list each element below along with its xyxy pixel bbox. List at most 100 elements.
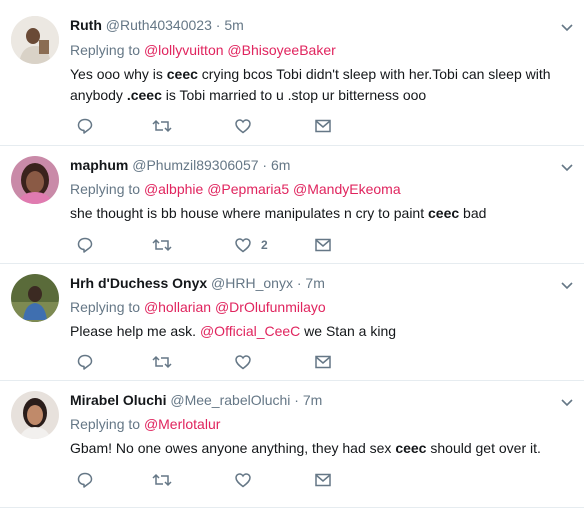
chevron-down-icon[interactable] (560, 20, 574, 34)
separator-dot: · (215, 17, 221, 33)
display-name[interactable]: Hrh d'Duchess Onyx (70, 275, 207, 291)
display-name[interactable]: maphum (70, 157, 128, 173)
envelope-icon (315, 119, 331, 133)
avatar[interactable] (11, 16, 59, 64)
avatar[interactable] (11, 156, 59, 204)
like-button[interactable] (234, 470, 261, 490)
reply-icon (77, 237, 93, 253)
highlighted-term: ceec (428, 205, 460, 221)
heart-icon (235, 119, 251, 134)
tweet[interactable]: Mirabel Oluchi @Mee_rabelOluchi · 7m Rep… (0, 381, 584, 508)
display-name[interactable]: Ruth (70, 17, 102, 33)
mention-link[interactable]: @lollyvuitton (144, 42, 224, 58)
mention-link[interactable]: @Merlotalur (144, 416, 220, 432)
reply-icon (77, 472, 93, 488)
tweet[interactable]: maphum @Phumzil89306057 · 6m Replying to… (0, 146, 584, 264)
text-segment: Yes ooo why is (70, 66, 167, 82)
tweet-actions (70, 470, 370, 490)
display-name[interactable]: Mirabel Oluchi (70, 392, 166, 408)
direct-message-button[interactable] (314, 470, 332, 490)
avatar-image (11, 274, 59, 322)
replying-to: Replying to @albphie @Pepmaria5 @MandyEk… (70, 180, 401, 198)
retweet-button[interactable] (152, 352, 172, 372)
retweet-icon (152, 355, 172, 369)
text-segment: is Tobi married to u .stop ur bitterness… (161, 87, 427, 103)
direct-message-button[interactable] (314, 116, 332, 136)
reply-button[interactable] (76, 352, 94, 372)
timestamp[interactable]: 7m (305, 275, 324, 291)
text-segment: we Stan a king (300, 323, 397, 339)
envelope-icon (315, 473, 331, 487)
heart-icon (235, 473, 251, 488)
like-count: 2 (261, 238, 268, 252)
mention-link[interactable]: @MandyEkeoma (293, 181, 401, 197)
tweet[interactable]: Ruth @Ruth40340023 · 5m Replying to @lol… (0, 0, 584, 146)
tweet-text: Please help me ask. @Official_CeeC we St… (70, 321, 570, 342)
tweet-text: Gbam! No one owes anyone anything, they … (70, 438, 570, 459)
envelope-icon (315, 238, 331, 252)
mention-link[interactable]: @DrOlufunmilayo (215, 299, 326, 315)
highlighted-term: ceec (395, 440, 427, 456)
text-segment: Please help me ask. (70, 323, 200, 339)
text-segment: bad (459, 205, 487, 221)
tweet-header: maphum @Phumzil89306057 · 6m (70, 156, 290, 174)
avatar-image (11, 16, 59, 64)
mention-link[interactable]: @BhisoyeeBaker (227, 42, 335, 58)
reply-button[interactable] (76, 235, 94, 255)
replying-to-label: Replying to (70, 299, 141, 315)
replying-to-label: Replying to (70, 42, 141, 58)
separator-dot: · (294, 392, 299, 408)
reply-icon (77, 354, 93, 370)
tweet-actions (70, 116, 370, 136)
direct-message-button[interactable] (314, 352, 332, 372)
chevron-down-icon[interactable] (560, 160, 574, 174)
tweet-header: Ruth @Ruth40340023 · 5m (70, 16, 244, 34)
avatar-image (11, 391, 59, 439)
tweet-actions (70, 352, 370, 372)
mention-link[interactable]: @Official_CeeC (200, 323, 300, 339)
text-segment: should get over it. (426, 440, 541, 456)
timestamp[interactable]: 7m (303, 392, 322, 408)
replying-to: Replying to @hollarian @DrOlufunmilayo (70, 298, 326, 316)
user-handle[interactable]: @HRH_onyx (211, 275, 293, 291)
user-handle[interactable]: @Phumzil89306057 (132, 157, 258, 173)
tweet-text: Yes ooo why is ceec crying bcos Tobi did… (70, 64, 570, 106)
text-segment: she thought is bb house where manipulate… (70, 205, 428, 221)
separator-dot: · (296, 275, 302, 291)
timestamp[interactable]: 5m (224, 17, 243, 33)
like-button[interactable] (234, 352, 261, 372)
reply-button[interactable] (76, 116, 94, 136)
highlighted-term: .ceec (126, 87, 162, 103)
retweet-button[interactable] (152, 235, 172, 255)
replying-to: Replying to @lollyvuitton @BhisoyeeBaker (70, 41, 336, 59)
chevron-down-icon[interactable] (560, 278, 574, 292)
mention-link[interactable]: @albphie (144, 181, 203, 197)
tweet[interactable]: Hrh d'Duchess Onyx @HRH_onyx · 7m Replyi… (0, 264, 584, 381)
avatar[interactable] (11, 391, 59, 439)
avatar[interactable] (11, 274, 59, 322)
envelope-icon (315, 355, 331, 369)
retweet-icon (152, 473, 172, 487)
tweet-header: Mirabel Oluchi @Mee_rabelOluchi · 7m (70, 391, 322, 409)
retweet-button[interactable] (152, 116, 172, 136)
tweet-feed: Ruth @Ruth40340023 · 5m Replying to @lol… (0, 0, 584, 508)
direct-message-button[interactable] (314, 235, 332, 255)
like-button[interactable] (234, 116, 261, 136)
text-segment: Gbam! No one owes anyone anything, they … (70, 440, 396, 456)
retweet-button[interactable] (152, 470, 172, 490)
heart-icon (235, 238, 251, 253)
highlighted-term: ceec (166, 66, 198, 82)
retweet-icon (152, 119, 172, 133)
avatar-image (11, 156, 59, 204)
user-handle[interactable]: @Ruth40340023 (106, 17, 212, 33)
mention-link[interactable]: @Pepmaria5 (207, 181, 289, 197)
chevron-down-icon[interactable] (560, 395, 574, 409)
reply-button[interactable] (76, 470, 94, 490)
tweet-text: she thought is bb house where manipulate… (70, 203, 570, 224)
timestamp[interactable]: 6m (271, 157, 290, 173)
like-button[interactable]: 2 (234, 235, 268, 255)
user-handle[interactable]: @Mee_rabelOluchi (170, 392, 290, 408)
mention-link[interactable]: @hollarian (144, 299, 211, 315)
reply-icon (77, 118, 93, 134)
tweet-header: Hrh d'Duchess Onyx @HRH_onyx · 7m (70, 274, 325, 292)
